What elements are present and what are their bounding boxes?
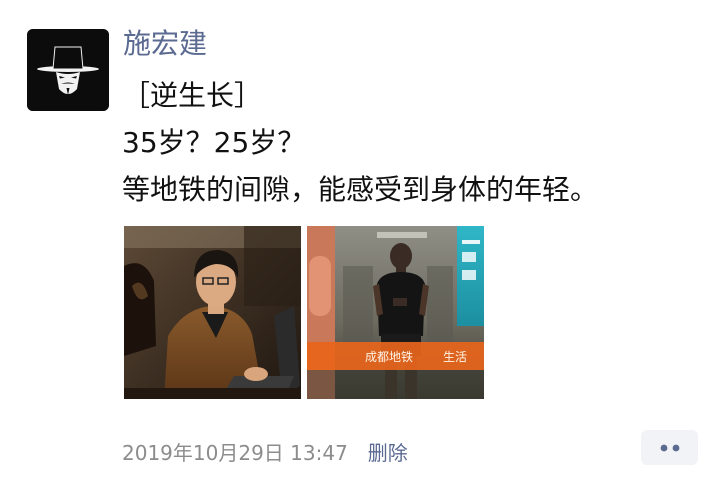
post-footer: 2019年10月29日 13:47 删除: [122, 436, 408, 466]
post-text: ［逆生长］ 35岁？25岁？ 等地铁的间隙，能感受到身体的年轻。: [122, 72, 712, 213]
more-dots-icon: [660, 444, 679, 451]
post-text-line: 等地铁的间隙，能感受到身体的年轻。: [122, 173, 599, 206]
subway-sign-text: 成都地铁: [365, 350, 413, 364]
photo-subway-reflection: 成都地铁 生活: [307, 226, 484, 399]
subway-sign-text-2: 生活: [443, 350, 467, 364]
masked-hat-avatar-icon: [27, 29, 109, 111]
author-name[interactable]: 施宏建: [123, 24, 207, 64]
post-timestamp: 2019年10月29日 13:47: [122, 440, 348, 465]
delete-link[interactable]: 删除: [368, 437, 408, 466]
post-photo-1[interactable]: [124, 226, 301, 399]
post-text-line: 35岁？25岁？: [122, 126, 306, 159]
moments-post: 施宏建 ［逆生长］ 35岁？25岁？ 等地铁的间隙，能感受到身体的年轻。 成都地…: [0, 0, 720, 498]
photo-man-at-laptop: [124, 226, 301, 399]
more-button[interactable]: [641, 430, 698, 465]
post-photo-2[interactable]: 成都地铁 生活: [307, 226, 484, 399]
avatar[interactable]: [27, 29, 109, 111]
post-text-line: ［逆生长］: [122, 79, 263, 112]
